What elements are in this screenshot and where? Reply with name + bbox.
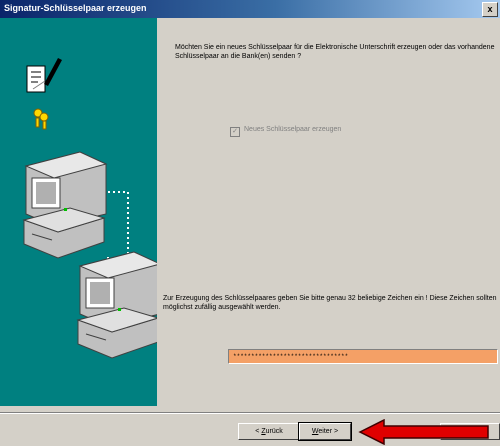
next-button-label: eiter > [318, 428, 339, 435]
document-signature-icon [26, 58, 62, 93]
new-keypair-checkbox[interactable]: ✓ [230, 127, 240, 137]
wizard-sidebar [0, 18, 162, 406]
intro-text: Möchten Sie ein neues Schlüsselpaar für … [175, 44, 495, 60]
random-characters-input[interactable]: ******************************** [228, 349, 498, 364]
title-bar: Signatur-Schlüsselpaar erzeugen x [0, 0, 500, 18]
back-button-label: urück [265, 428, 283, 435]
new-keypair-option: ✓ Neues Schlüsselpaar erzeugen [230, 126, 341, 137]
computer-icon [22, 151, 108, 259]
red-arrow-annotation [358, 419, 489, 445]
new-keypair-label: Neues Schlüsselpaar erzeugen [244, 126, 342, 133]
keys-icon [33, 108, 49, 130]
close-button[interactable]: x [482, 2, 498, 17]
wizard-content: Möchten Sie ein neues Schlüsselpaar für … [157, 18, 500, 406]
computer-icon [76, 251, 162, 359]
window-title: Signatur-Schlüsselpaar erzeugen [4, 3, 147, 13]
back-button[interactable]: < Zurück [238, 423, 300, 440]
next-button[interactable]: Weiter > [298, 422, 352, 441]
instruction-text: Zur Erzeugung des Schlüsselpaares geben … [163, 295, 497, 311]
separator [0, 412, 500, 414]
